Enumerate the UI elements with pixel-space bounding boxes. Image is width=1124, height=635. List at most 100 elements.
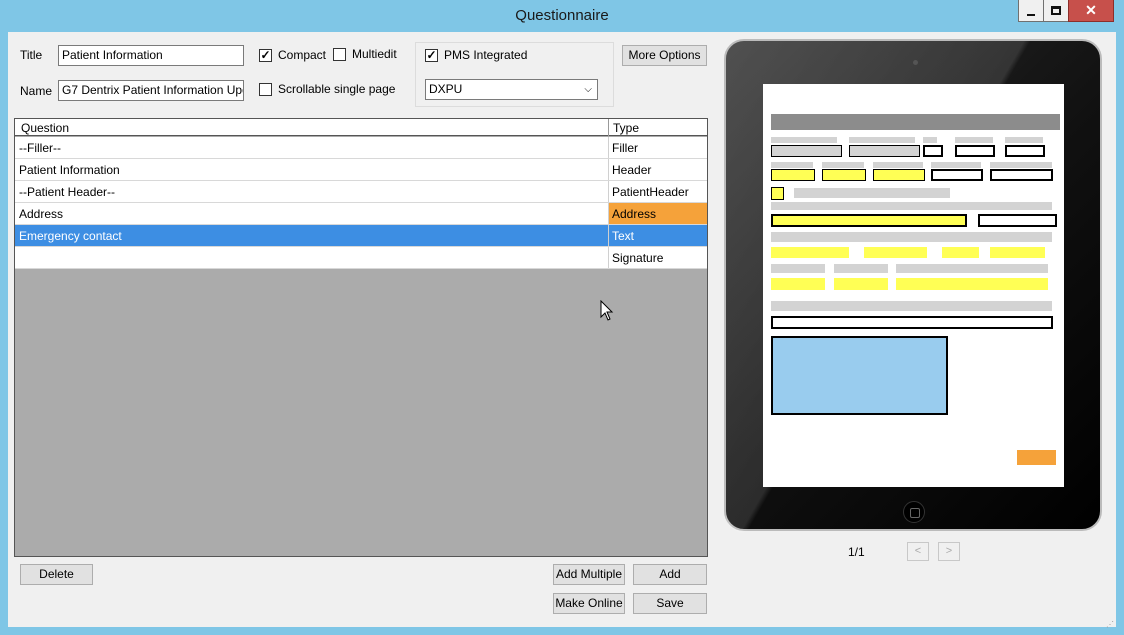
preview-field — [978, 214, 1057, 227]
title-label: Title — [20, 48, 43, 62]
prev-page-button[interactable]: < — [907, 542, 929, 561]
chevron-left-icon: < — [914, 545, 922, 557]
preview-field — [923, 145, 943, 157]
scrollable-check-icon — [259, 82, 272, 96]
preview-label — [771, 264, 825, 273]
pms-system-value: DXPU — [429, 82, 463, 96]
preview-required-field — [771, 247, 849, 258]
question-cell[interactable]: --Patient Header-- — [15, 181, 608, 202]
question-cell[interactable]: Patient Information — [15, 159, 608, 180]
preview-label — [834, 264, 888, 273]
preview-label — [990, 162, 1052, 168]
multiedit-label: Multiedit — [352, 47, 397, 61]
pms-system-select[interactable]: DXPU ⌵ — [425, 79, 598, 100]
resize-grip-icon[interactable]: ⋰ — [1106, 620, 1114, 629]
next-page-button[interactable]: > — [938, 542, 960, 561]
table-row-selected[interactable]: Emergency contact Text — [15, 225, 707, 247]
question-cell[interactable]: Emergency contact — [15, 225, 608, 246]
pms-integrated-checkbox[interactable]: ✓ PMS Integrated — [425, 48, 527, 62]
preview-field — [771, 145, 842, 157]
close-button[interactable]: ✕ — [1068, 0, 1114, 22]
preview-field — [849, 145, 920, 157]
preview-label — [771, 232, 1052, 242]
questions-grid[interactable]: Question Type --Filler-- Filler Patient … — [14, 118, 708, 557]
preview-address-field — [771, 214, 967, 227]
preview-signature-box — [771, 336, 948, 415]
type-cell[interactable]: Signature — [608, 247, 707, 268]
preview-field — [931, 169, 983, 181]
table-row[interactable]: Patient Information Header — [15, 159, 707, 181]
preview-label — [849, 137, 915, 143]
preview-required-field — [864, 247, 927, 258]
close-icon: ✕ — [1085, 2, 1097, 18]
preview-required-field — [896, 278, 1048, 290]
type-cell-highlighted[interactable]: Address — [608, 203, 707, 224]
preview-label — [822, 162, 864, 168]
grid-header: Question Type — [15, 119, 707, 136]
window-controls: ✕ — [1018, 0, 1114, 22]
preview-label — [955, 137, 993, 143]
question-cell[interactable]: Address — [15, 203, 608, 224]
minimize-button[interactable] — [1018, 0, 1044, 22]
add-multiple-button[interactable]: Add Multiple — [553, 564, 625, 585]
preview-field — [955, 145, 995, 157]
question-cell[interactable]: --Filler-- — [15, 137, 608, 158]
pms-check-icon: ✓ — [425, 47, 438, 62]
preview-required-field — [873, 169, 925, 181]
type-cell[interactable]: Filler — [608, 137, 707, 158]
more-options-button[interactable]: More Options — [622, 45, 707, 66]
type-cell[interactable]: Text — [608, 225, 707, 246]
home-button-icon — [903, 501, 925, 523]
table-row[interactable]: --Patient Header-- PatientHeader — [15, 181, 707, 203]
preview-label — [923, 137, 937, 143]
multiedit-check-icon — [333, 47, 346, 61]
preview-label — [1005, 137, 1043, 143]
compact-checkbox[interactable]: ✓ Compact — [259, 48, 326, 62]
table-row[interactable]: Signature — [15, 247, 707, 269]
preview-label — [771, 202, 1052, 210]
add-button[interactable]: Add — [633, 564, 707, 585]
question-cell[interactable] — [15, 247, 608, 268]
chevron-right-icon: > — [945, 545, 953, 557]
minimize-icon — [1027, 13, 1035, 16]
mouse-pointer-icon — [600, 300, 614, 321]
type-cell[interactable]: PatientHeader — [608, 181, 707, 202]
preview-required-field — [771, 169, 815, 181]
preview-required-field — [822, 169, 866, 181]
window-title: Questionnaire — [515, 7, 609, 24]
preview-text-field — [771, 316, 1053, 329]
preview-required-field — [771, 187, 784, 200]
save-button[interactable]: Save — [633, 593, 707, 614]
preview-field — [1005, 145, 1045, 157]
delete-button[interactable]: Delete — [20, 564, 93, 585]
preview-label — [873, 162, 923, 168]
preview-label — [794, 188, 950, 198]
compact-check-icon: ✓ — [259, 47, 272, 62]
table-row[interactable]: Address Address — [15, 203, 707, 225]
name-input[interactable]: G7 Dentrix Patient Information Update — [58, 80, 244, 101]
multiedit-checkbox[interactable]: Multiedit — [333, 47, 397, 61]
scrollable-checkbox[interactable]: Scrollable single page — [259, 82, 395, 96]
table-row[interactable]: --Filler-- Filler — [15, 137, 707, 159]
maximize-icon — [1051, 6, 1061, 15]
preview-required-field — [771, 278, 825, 290]
form-preview-screen — [763, 84, 1064, 487]
preview-label — [896, 264, 1048, 273]
preview-required-field — [942, 247, 979, 258]
make-online-button[interactable]: Make Online — [553, 593, 625, 614]
maximize-button[interactable] — [1043, 0, 1069, 22]
preview-submit-button — [1017, 450, 1056, 465]
camera-icon — [913, 60, 918, 65]
preview-label — [771, 137, 837, 143]
preview-label — [771, 162, 813, 168]
column-header-type[interactable]: Type — [613, 121, 639, 135]
compact-label: Compact — [278, 48, 327, 62]
chevron-down-icon: ⌵ — [584, 84, 592, 95]
column-separator[interactable] — [608, 119, 609, 136]
pms-integrated-label: PMS Integrated — [444, 48, 528, 62]
name-label: Name — [20, 84, 53, 98]
title-input[interactable]: Patient Information — [58, 45, 244, 66]
type-cell[interactable]: Header — [608, 159, 707, 180]
column-header-question[interactable]: Question — [21, 121, 69, 135]
scrollable-label: Scrollable single page — [278, 82, 396, 96]
